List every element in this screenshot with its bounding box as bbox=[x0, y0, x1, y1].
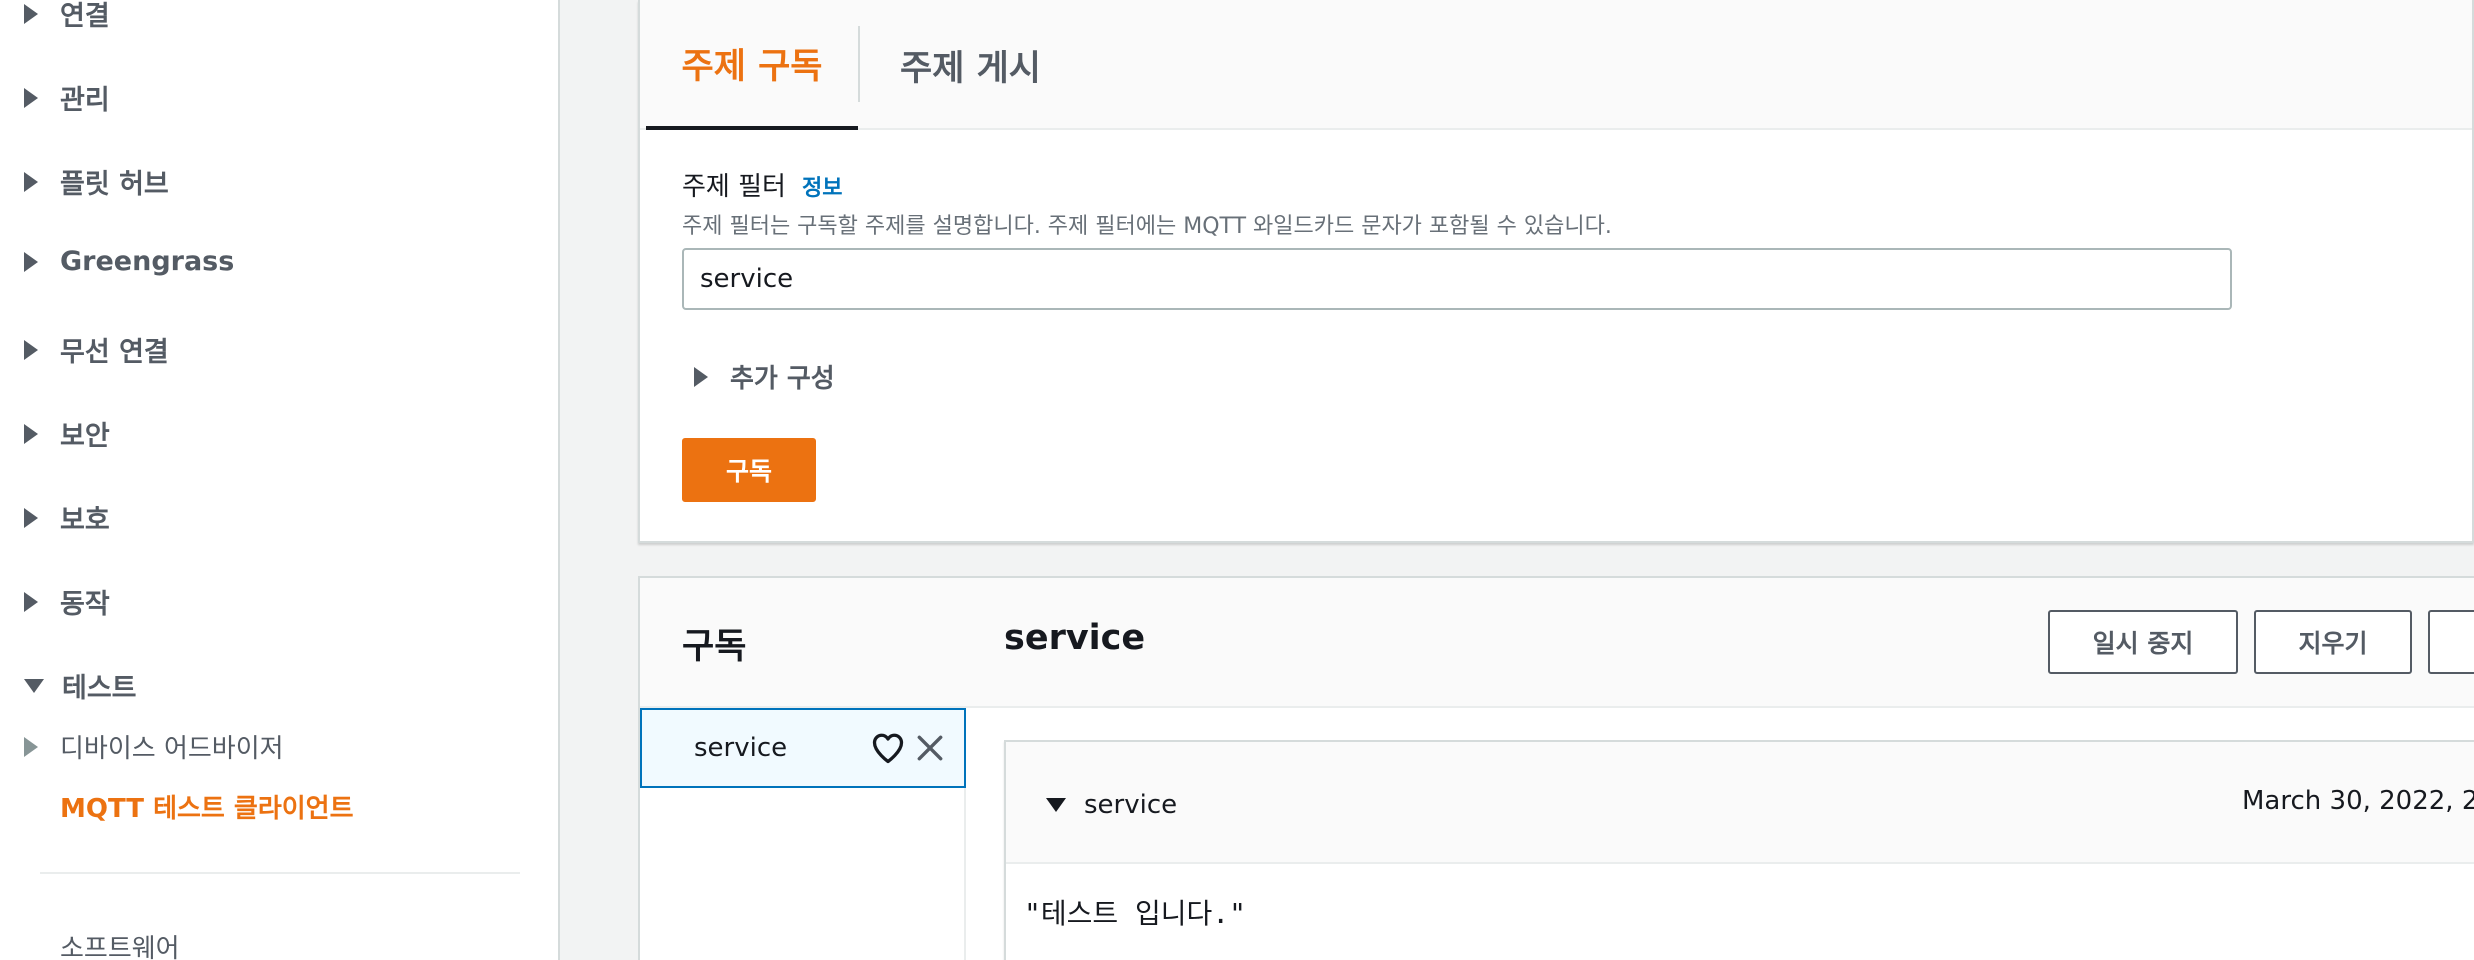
additional-config-toggle[interactable]: 추가 구성 bbox=[694, 358, 835, 395]
sidebar-item-security[interactable]: 보안 bbox=[24, 414, 110, 453]
sidebar-item-connect[interactable]: 연결 bbox=[24, 0, 110, 33]
sidebar-item-label: 동작 bbox=[60, 589, 110, 620]
selected-topic-title: service bbox=[1004, 618, 1146, 658]
subscriptions-panel: 구독 service 일시 중지 지우기 service service Mar… bbox=[638, 576, 2474, 960]
caret-down-icon bbox=[24, 678, 44, 693]
sidebar-subitem-device-advisor[interactable]: 디바이스 어드바이저 bbox=[24, 728, 284, 765]
message-timestamp: March 30, 2022, 21 bbox=[2242, 786, 2474, 816]
sidebar-item-greengrass[interactable]: Greengrass bbox=[24, 246, 234, 277]
sidebar-item-label: Greengrass bbox=[60, 246, 235, 277]
sidebar: 연결 관리 플릿 허브 Greengrass 무선 연결 보안 보호 동작 테스… bbox=[0, 0, 560, 960]
caret-right-icon bbox=[24, 736, 38, 757]
sidebar-item-label: 연결 bbox=[60, 1, 110, 32]
sidebar-item-fleet-hub[interactable]: 플릿 허브 bbox=[24, 162, 169, 201]
subscription-topic-label: service bbox=[694, 733, 788, 763]
message-toggle[interactable]: service bbox=[1046, 790, 1177, 820]
subscription-list-item[interactable]: service bbox=[640, 708, 966, 788]
message-header: service March 30, 2022, 21 bbox=[1006, 742, 2474, 864]
subscriptions-title: 구독 bbox=[682, 627, 747, 667]
sidebar-divider bbox=[40, 872, 520, 874]
sidebar-item-test[interactable]: 테스트 bbox=[24, 666, 137, 705]
sidebar-item-label: 무선 연결 bbox=[60, 337, 169, 368]
sidebar-item-act[interactable]: 동작 bbox=[24, 582, 110, 621]
sidebar-item-defend[interactable]: 보호 bbox=[24, 498, 110, 537]
subscriptions-header: 구독 service 일시 중지 지우기 bbox=[640, 578, 2474, 708]
tab-bar: 주제 구독 주제 게시 bbox=[640, 0, 2472, 130]
caret-right-icon bbox=[24, 87, 38, 108]
sidebar-item-manage[interactable]: 관리 bbox=[24, 78, 110, 117]
sidebar-subitem-label: 디바이스 어드바이저 bbox=[60, 734, 284, 764]
topic-filter-description: 주제 필터는 구독할 주제를 설명합니다. 주제 필터에는 MQTT 와일드카드… bbox=[682, 214, 1612, 239]
message-payload: "테스트 입니다." bbox=[1024, 897, 1246, 930]
tab-publish[interactable]: 주제 게시 bbox=[900, 0, 1041, 130]
caret-right-icon bbox=[24, 591, 38, 612]
subscribe-button[interactable]: 구독 bbox=[682, 438, 816, 502]
sidebar-item-label: 플릿 허브 bbox=[60, 169, 169, 200]
caret-right-icon bbox=[24, 171, 38, 192]
caret-right-icon bbox=[24, 339, 38, 360]
caret-down-icon bbox=[1046, 798, 1066, 812]
info-link[interactable]: 정보 bbox=[802, 170, 842, 202]
sidebar-item-label: 테스트 bbox=[62, 673, 137, 704]
sidebar-item-wireless[interactable]: 무선 연결 bbox=[24, 330, 169, 369]
message-topic: service bbox=[1084, 790, 1178, 820]
topic-filter-input[interactable] bbox=[682, 248, 2232, 310]
pause-button[interactable]: 일시 중지 bbox=[2048, 610, 2238, 674]
close-icon[interactable] bbox=[914, 732, 946, 764]
caret-right-icon bbox=[24, 423, 38, 444]
sidebar-subitem-mqtt-test-client[interactable]: MQTT 테스트 클라이언트 bbox=[60, 788, 354, 825]
topic-filter-label: 주제 필터 정보 bbox=[682, 166, 842, 203]
sidebar-item-label: 관리 bbox=[60, 85, 110, 116]
caret-right-icon bbox=[694, 366, 708, 387]
topic-filter-label-text: 주제 필터 bbox=[682, 172, 786, 202]
caret-right-icon bbox=[24, 3, 38, 24]
export-button[interactable] bbox=[2428, 610, 2474, 674]
sidebar-item-software[interactable]: 소프트웨어 bbox=[60, 928, 180, 960]
clear-button[interactable]: 지우기 bbox=[2254, 610, 2412, 674]
tab-divider bbox=[858, 26, 860, 102]
subscribe-panel: 주제 구독 주제 게시 주제 필터 정보 주제 필터는 구독할 주제를 설명합니… bbox=[638, 0, 2474, 543]
caret-right-icon bbox=[24, 507, 38, 528]
additional-config-label: 추가 구성 bbox=[730, 364, 835, 394]
caret-right-icon bbox=[24, 251, 38, 272]
heart-icon[interactable] bbox=[870, 730, 906, 766]
app-root: 연결 관리 플릿 허브 Greengrass 무선 연결 보안 보호 동작 테스… bbox=[0, 0, 2474, 960]
message-card: service March 30, 2022, 21 "테스트 입니다." bbox=[1004, 740, 2474, 960]
sidebar-item-label: 보호 bbox=[60, 505, 110, 536]
sidebar-item-label: 보안 bbox=[60, 421, 110, 452]
tab-subscribe[interactable]: 주제 구독 bbox=[646, 0, 858, 130]
